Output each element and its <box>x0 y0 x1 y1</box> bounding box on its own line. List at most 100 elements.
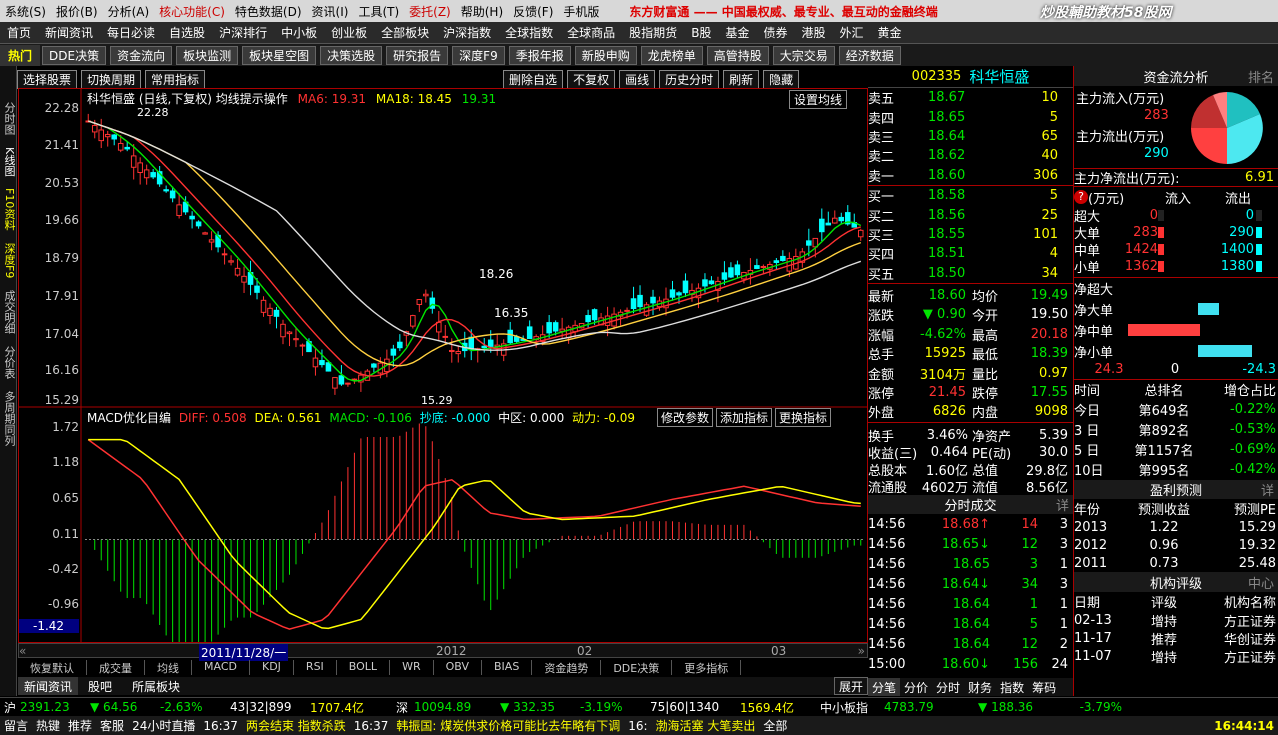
menu-mobile[interactable]: 手机版 <box>558 3 604 20</box>
candle-body[interactable] <box>507 329 513 344</box>
tab-rsi[interactable]: RSI <box>294 660 337 675</box>
hot-btn-monitor[interactable]: 板块监测 <box>176 45 239 65</box>
ticker-all[interactable]: 全部 <box>763 717 787 734</box>
candle-body[interactable] <box>286 331 293 335</box>
tab-more[interactable]: 更多指标 <box>672 660 742 675</box>
tab-volume[interactable]: 成交量 <box>87 660 145 675</box>
candle-body[interactable] <box>176 204 182 216</box>
candle-body[interactable] <box>293 338 299 341</box>
nav-hk[interactable]: 港股 <box>794 24 832 41</box>
candle-body[interactable] <box>591 309 598 321</box>
candle-body[interactable] <box>780 255 786 261</box>
nav-bond[interactable]: 债券 <box>756 24 794 41</box>
candle-body[interactable] <box>806 240 812 246</box>
tab-fund-trend[interactable]: 资金趋势 <box>532 660 602 675</box>
kline-chart-svg[interactable] <box>19 89 867 642</box>
candle-body[interactable] <box>319 360 325 366</box>
nav-fx[interactable]: 外汇 <box>832 24 870 41</box>
ticker-live[interactable]: 24小时直播 <box>132 717 195 734</box>
menu-analysis[interactable]: 分析(A) <box>103 3 155 20</box>
candle-body[interactable] <box>630 298 637 310</box>
candle-body[interactable] <box>241 275 247 283</box>
tab-wr[interactable]: WR <box>390 660 434 675</box>
nav-watch[interactable]: 自选股 <box>162 24 212 41</box>
candle-body[interactable] <box>169 190 176 199</box>
menu-special[interactable]: 特色数据(D) <box>230 3 307 20</box>
refresh-button[interactable]: 刷新 <box>723 69 760 89</box>
candle-body[interactable] <box>254 285 260 293</box>
change-indicator-button[interactable]: 更换指标 <box>775 408 832 427</box>
candle-body[interactable] <box>130 155 137 168</box>
menu-info[interactable]: 资讯(I) <box>307 3 354 20</box>
no-adjust-button[interactable]: 不复权 <box>567 69 616 89</box>
nav-futures[interactable]: 股指期货 <box>622 24 684 41</box>
candle-body[interactable] <box>754 265 760 269</box>
ticker-news-2[interactable]: 韩振国: 煤炭供求价格可能比去年略有下调 <box>396 717 620 734</box>
tab-obv[interactable]: OBV <box>434 660 483 675</box>
candle-body[interactable] <box>111 134 117 140</box>
candle-body[interactable] <box>513 336 520 342</box>
hot-btn-dragon[interactable]: 龙虎榜单 <box>640 45 703 65</box>
candle-body[interactable] <box>338 375 345 385</box>
candle-body[interactable] <box>825 222 832 226</box>
ticker-news-1[interactable]: 两会结束 指数杀跌 <box>246 717 346 734</box>
profit-detail-button[interactable]: 详 <box>1261 480 1274 499</box>
tab-kdj[interactable]: KDJ <box>250 660 294 675</box>
tab-ma[interactable]: 均线 <box>145 660 192 675</box>
tab-kline[interactable]: K线图 <box>0 141 17 182</box>
scroll-left-icon[interactable]: « <box>19 644 26 658</box>
tab-tick[interactable]: 分笔 <box>868 678 901 696</box>
candle-body[interactable] <box>436 321 442 333</box>
scroll-right-icon[interactable]: » <box>858 644 865 658</box>
candle-body[interactable] <box>91 124 98 133</box>
candle-body[interactable] <box>637 294 643 308</box>
candle-body[interactable] <box>332 377 338 389</box>
hot-btn-dde[interactable]: DDE决策 <box>42 45 107 65</box>
candle-body[interactable] <box>260 299 267 313</box>
tab-sector[interactable]: 所属板块 <box>122 677 190 695</box>
menu-quote[interactable]: 报价(B) <box>51 3 103 20</box>
candle-body[interactable] <box>455 351 462 355</box>
candle-body[interactable] <box>325 362 332 372</box>
nav-sme[interactable]: 中小板 <box>274 24 324 41</box>
nav-daily[interactable]: 每日必读 <box>100 24 162 41</box>
candle-body[interactable] <box>273 309 280 317</box>
select-stock-button[interactable]: 选择股票 <box>17 69 78 89</box>
candle-body[interactable] <box>299 344 306 347</box>
candle-body[interactable] <box>312 357 319 368</box>
common-indicators-button[interactable]: 常用指标 <box>145 69 206 89</box>
candle-body[interactable] <box>150 172 156 178</box>
candle-body[interactable] <box>442 335 449 338</box>
tab-forum[interactable]: 股吧 <box>78 677 122 695</box>
candle-body[interactable] <box>819 218 825 233</box>
candle-body[interactable] <box>604 315 611 326</box>
candle-body[interactable] <box>721 272 728 280</box>
hot-btn-econ[interactable]: 经济数据 <box>838 45 901 65</box>
menu-trade[interactable]: 委托(Z) <box>404 3 456 20</box>
hide-button[interactable]: 隐藏 <box>763 69 800 89</box>
candle-body[interactable] <box>682 280 689 294</box>
hot-btn-annual[interactable]: 季报年报 <box>508 45 571 65</box>
date-scrollbar[interactable]: « 2011/11/28/一 2012 02 03 » <box>18 643 868 661</box>
candle-body[interactable] <box>643 304 650 316</box>
candle-body[interactable] <box>585 315 591 323</box>
tab-boll[interactable]: BOLL <box>337 660 391 675</box>
candle-body[interactable] <box>410 315 416 327</box>
hot-btn-exec[interactable]: 高管持股 <box>706 45 769 65</box>
hot-btn-star[interactable]: 板块星空图 <box>242 45 317 65</box>
candle-body[interactable] <box>708 280 715 285</box>
candle-body[interactable] <box>449 349 455 353</box>
candle-body[interactable] <box>857 229 864 238</box>
hot-btn-flow[interactable]: 资金流向 <box>110 45 173 65</box>
ticker-msg[interactable]: 留言 <box>4 717 28 734</box>
ticker-recommend[interactable]: 推荐 <box>68 717 92 734</box>
tab-f9[interactable]: 深度F9 <box>0 237 17 284</box>
candle-body[interactable] <box>650 296 656 304</box>
draw-line-button[interactable]: 画线 <box>619 69 656 89</box>
tab-chips[interactable]: 筹码 <box>1028 678 1060 696</box>
candle-body[interactable] <box>98 129 105 142</box>
nav-global[interactable]: 全球指数 <box>498 24 560 41</box>
candle-body[interactable] <box>526 326 533 339</box>
candle-body[interactable] <box>228 260 234 263</box>
tab-multi[interactable]: 多周期同列 <box>0 385 17 452</box>
